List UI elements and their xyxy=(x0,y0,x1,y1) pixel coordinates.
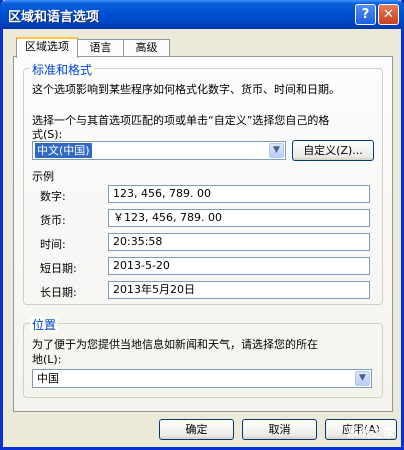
location-description-line2: 地(L): xyxy=(32,353,62,366)
standards-description: 这个选项影响到某些程序如何格式化数字、货币、时间和日期。 xyxy=(32,83,340,96)
sample-time-field: 20:35:58 xyxy=(108,233,370,251)
tab-regional-options[interactable]: 区域选项 xyxy=(16,37,78,58)
location-group: 位置 为了便于为您提供当地信息如新闻和天气，请选择您的所在 地(L): 中国 ▼ xyxy=(23,316,383,398)
sample-label-long-date: 长日期: xyxy=(40,286,77,299)
customize-button[interactable]: 自定义(Z)... xyxy=(292,140,374,161)
sample-currency-field: ￥123, 456, 789. 00 xyxy=(108,209,370,227)
sample-label-currency: 货币: xyxy=(40,214,66,227)
location-select-value: 中国 xyxy=(37,372,59,385)
sample-number-field: 123, 456, 789. 00 xyxy=(108,185,370,203)
standards-legend: 标准和格式 xyxy=(30,61,95,78)
sample-label-short-date: 短日期: xyxy=(40,262,77,275)
tab-languages[interactable]: 语言 xyxy=(77,39,124,56)
close-icon[interactable]: ✕ xyxy=(378,4,399,25)
standards-group: 标准和格式 这个选项影响到某些程序如何格式化数字、货币、时间和日期。 选择一个与… xyxy=(23,61,383,305)
site-watermark: 系统之家 xyxy=(346,426,395,440)
chevron-down-icon[interactable]: ▼ xyxy=(355,371,370,386)
location-description-line1: 为了便于为您提供当地信息如新闻和天气，请选择您的所在 xyxy=(32,338,318,351)
dialog-window: 区域和语言选项 ? ✕ 区域选项 语言 高级 标准和格式 这个选项影响到某些程序… xyxy=(0,0,404,450)
tab-panel: 标准和格式 这个选项影响到某些程序如何格式化数字、货币、时间和日期。 选择一个与… xyxy=(13,56,393,412)
sample-short-date-field: 2013-5-20 xyxy=(108,257,370,275)
cancel-button[interactable]: 取消 xyxy=(242,419,317,440)
locale-select[interactable]: 中文(中国) ▼ xyxy=(32,141,286,160)
sample-long-date-field: 2013年5月20日 xyxy=(108,281,370,299)
window-title: 区域和语言选项 xyxy=(8,10,100,25)
ok-button[interactable]: 确定 xyxy=(159,419,234,440)
location-select[interactable]: 中国 ▼ xyxy=(32,369,372,388)
sample-label-number: 数字: xyxy=(40,190,66,203)
standards-prompt-line1: 选择一个与其首选项匹配的项或单击“自定义”选择您自己的格 xyxy=(32,114,330,127)
tab-advanced[interactable]: 高级 xyxy=(123,39,170,56)
samples-heading: 示例 xyxy=(32,170,54,183)
locale-select-value: 中文(中国) xyxy=(35,143,92,158)
location-legend: 位置 xyxy=(30,316,59,333)
chevron-down-icon[interactable]: ▼ xyxy=(269,143,284,158)
standards-prompt-line2: 式(S): xyxy=(32,128,63,141)
title-bar[interactable]: 区域和语言选项 ? ✕ xyxy=(0,0,404,29)
help-icon[interactable]: ? xyxy=(355,4,376,25)
sample-label-time: 时间: xyxy=(40,238,66,251)
